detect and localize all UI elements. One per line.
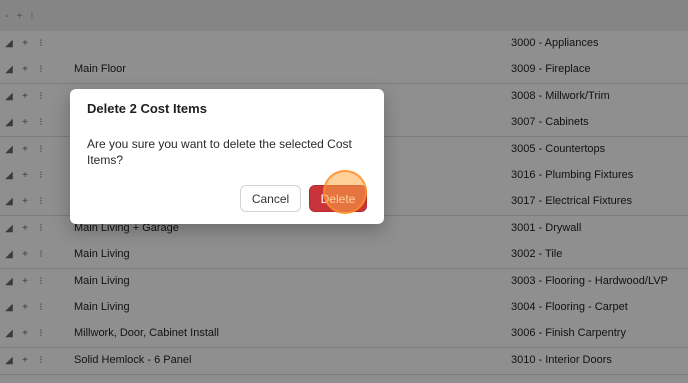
cancel-button[interactable]: Cancel <box>240 185 301 212</box>
delete-button[interactable]: Delete <box>309 185 367 212</box>
dialog-message: Are you sure you want to delete the sele… <box>87 137 352 167</box>
dialog-title: Delete 2 Cost Items <box>87 101 207 116</box>
delete-confirmation-dialog: Delete 2 Cost Items Are you sure you wan… <box>70 89 384 224</box>
